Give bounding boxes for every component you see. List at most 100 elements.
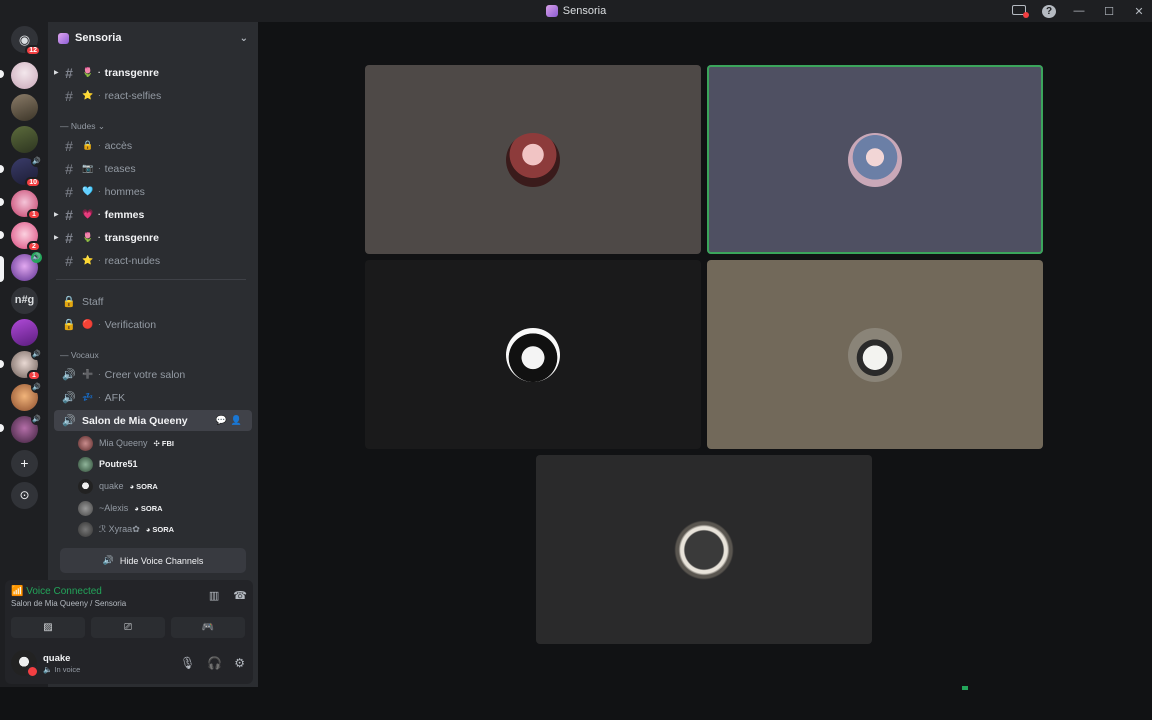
channel-teases[interactable]: # 📷 · teases — [54, 158, 252, 179]
maximize-icon[interactable]: ☐ — [1102, 5, 1116, 18]
channel-acces[interactable]: # 🔒 · accès — [54, 135, 252, 156]
server-icon[interactable]: 🔊 — [11, 414, 42, 443]
channel-verification[interactable]: 🔒 🔴 · Verification — [54, 314, 252, 335]
voice-active-icon: 🔊 — [31, 252, 42, 263]
voice-user[interactable]: ℛ Xyraa✿ ◕ SORA — [78, 519, 248, 539]
screen-share-button[interactable]: ⎚ — [91, 617, 165, 638]
server-icon-text[interactable]: n#g — [11, 287, 38, 314]
channel-emoji: 💤 — [82, 392, 94, 402]
unread-pill — [0, 424, 4, 432]
server-name: Sensoria — [75, 32, 122, 44]
server-icon[interactable] — [11, 62, 38, 89]
voice-user[interactable]: Poutre51 — [78, 454, 248, 474]
voice-location[interactable]: Salon de Mia Queeny / Sensoria — [11, 599, 126, 608]
server-icon[interactable] — [11, 319, 38, 346]
help-icon[interactable]: ? — [1042, 4, 1056, 18]
voice-channel-creer[interactable]: 🔊 ➕ · Creer votre salon — [54, 364, 252, 385]
unread-badge: 1 — [27, 209, 41, 220]
channel-label: hommes — [104, 185, 145, 198]
activity-icon: 🎮 — [201, 622, 215, 633]
avatar — [848, 327, 902, 382]
screen-share-icon: ⎚ — [124, 622, 132, 633]
server-icon[interactable]: 1 — [11, 190, 41, 220]
avatar[interactable] — [11, 650, 39, 678]
channel-femmes[interactable]: ▶ # 💗 · femmes — [54, 204, 252, 225]
channel-react-selfies[interactable]: # ⭐ · react-selfies — [54, 85, 252, 106]
server-header[interactable]: Sensoria ⌄ — [48, 22, 258, 54]
server-icon-sensoria[interactable]: 🔊 — [11, 252, 42, 281]
voice-user[interactable]: quake ◕ SORA — [78, 476, 248, 496]
voice-active-icon: 🔊 — [31, 156, 42, 167]
unread-arrow-icon: ▶ — [54, 70, 59, 76]
channel-react-nudes[interactable]: # ⭐ · react-nudes — [54, 250, 252, 271]
channel-hommes[interactable]: # 🩵 · hommes — [54, 181, 252, 202]
channel-emoji: ➕ — [82, 369, 94, 379]
voice-channel-afk[interactable]: 🔊 💤 · AFK — [54, 387, 252, 408]
unread-pill — [0, 198, 4, 206]
activity-button[interactable]: 🎮 — [171, 617, 245, 638]
voice-channel-active[interactable]: 🔊 Salon de Mia Queeny 💬👤 — [54, 410, 252, 431]
participant-tile[interactable] — [707, 260, 1043, 449]
invite-icon[interactable]: 👤 — [231, 415, 246, 425]
server-icon[interactable]: 🔊 10 — [11, 156, 42, 188]
category-nudes[interactable]: — Nudes ⌄ — [60, 121, 105, 132]
settings-icon[interactable]: ⚙ — [234, 656, 245, 670]
channel-label: react-nudes — [104, 254, 161, 267]
microphone-icon[interactable]: 🎙 — [180, 656, 195, 670]
speaker-icon: 🔊 — [62, 369, 76, 381]
channel-emoji: 💗 — [82, 209, 94, 219]
speaker-icon: 🔊 — [62, 392, 76, 404]
voice-user[interactable]: ~Alexis ◕ SORA — [78, 498, 248, 518]
server-icon[interactable] — [11, 126, 38, 153]
voice-status[interactable]: 📶 Voice Connected — [11, 586, 102, 597]
headphones-icon[interactable]: 🎧 — [207, 656, 222, 670]
hide-voice-channels-button[interactable]: 🔊 Hide Voice Channels — [60, 548, 246, 573]
channel-emoji: ⭐ — [82, 90, 94, 100]
inbox-icon[interactable] — [1012, 4, 1029, 18]
voice-active-icon: 🔊 — [31, 349, 42, 360]
channel-label: Creer votre salon — [104, 368, 186, 381]
server-icon[interactable]: 🔊 — [11, 382, 42, 411]
channel-staff[interactable]: 🔒 Staff — [54, 291, 252, 312]
server-icon[interactable]: 2 — [11, 222, 41, 252]
home-button[interactable]: ◉ 12 — [11, 26, 41, 56]
avatar — [78, 456, 93, 472]
user-panel: quake 🔈 In voice 🎙 🎧 ⚙ — [5, 642, 253, 684]
participant-tile[interactable] — [365, 65, 701, 254]
user-tag: ◕ SORA — [134, 503, 163, 513]
add-server-icon[interactable]: + — [11, 450, 38, 477]
voice-active-icon: 🔊 — [31, 414, 42, 425]
channel-label: femmes — [104, 208, 145, 221]
unread-pill — [0, 360, 4, 368]
chevron-down-icon[interactable]: ⌄ — [240, 33, 248, 44]
channel-emoji: 🔴 — [82, 319, 94, 329]
unread-arrow-icon: ▶ — [54, 212, 59, 218]
camera-off-button[interactable]: ▨ — [11, 617, 85, 638]
unread-badge: 2 — [27, 241, 41, 252]
title-bar: Sensoria ? — ☐ ✕ — [0, 0, 1152, 22]
explore-servers-icon[interactable]: ⊙ — [11, 482, 38, 509]
user-name[interactable]: quake — [43, 653, 70, 664]
user-status: 🔈 In voice — [43, 665, 81, 674]
channel-transgenre-nudes[interactable]: ▶ # 🌷 · transgenre — [54, 227, 252, 248]
channel-transgenre[interactable]: ▶ # 🌷 · transgenre — [54, 62, 252, 83]
chat-icon[interactable]: 💬 — [216, 415, 231, 425]
channel-label: AFK — [104, 391, 126, 404]
hash-icon: # — [65, 160, 73, 177]
hash-icon: # — [65, 252, 73, 269]
participant-tile-speaking[interactable] — [707, 65, 1043, 254]
category-vocaux[interactable]: — Vocaux — [60, 350, 99, 360]
channel-label: react-selfies — [104, 89, 162, 102]
participant-tile[interactable] — [536, 455, 872, 644]
server-icon[interactable] — [11, 94, 38, 121]
lock-icon: 🔒 — [62, 319, 76, 331]
hash-icon: # — [65, 183, 73, 200]
server-icon[interactable]: 🔊 1 — [11, 349, 42, 381]
close-icon[interactable]: ✕ — [1132, 5, 1146, 18]
user-tag: ✣ FBI — [153, 438, 174, 448]
disconnect-icon[interactable]: ☎ — [233, 589, 247, 602]
voice-user[interactable]: Mia Queeny ✣ FBI — [78, 433, 248, 453]
noise-suppression-icon[interactable]: ▥ — [209, 589, 219, 602]
participant-tile[interactable] — [365, 260, 701, 449]
minimize-icon[interactable]: — — [1072, 5, 1086, 17]
